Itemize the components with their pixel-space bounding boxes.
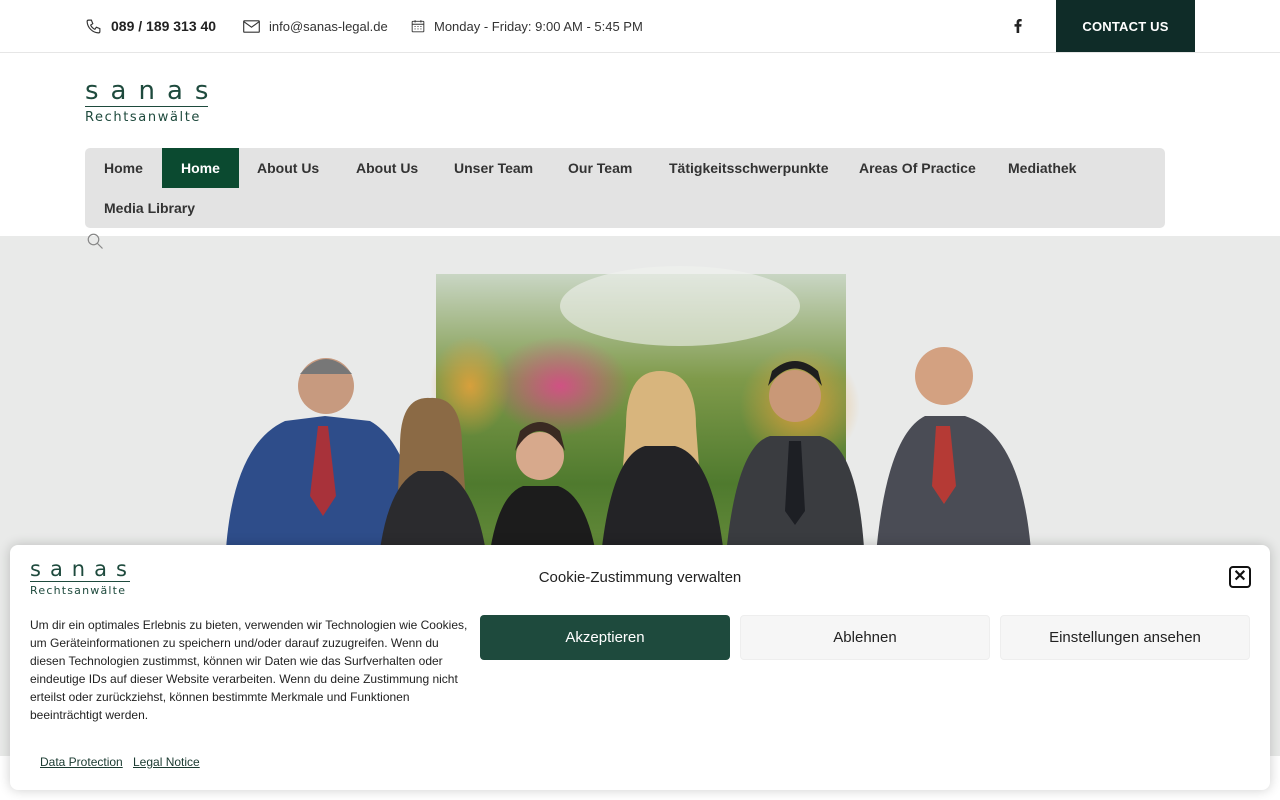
nav-item-our-team[interactable]: Our Team	[549, 148, 651, 188]
close-icon[interactable]: ✕	[1229, 566, 1251, 588]
logo-subtitle: Rechtsanwälte	[85, 110, 202, 125]
nav-item-home-active[interactable]: Home	[162, 148, 239, 188]
cookie-title: Cookie-Zustimmung verwalten	[538, 569, 742, 586]
main-navigation: Home Home About Us About Us Unser Team O…	[85, 148, 1165, 228]
nav-item-home[interactable]: Home	[85, 148, 162, 188]
facebook-icon[interactable]	[1011, 17, 1025, 35]
preferences-button[interactable]: Einstellungen ansehen	[1000, 615, 1250, 660]
logo-wordmark: sanas	[85, 76, 221, 106]
nav-item-about-us-2[interactable]: About Us	[337, 148, 437, 188]
phone-contact[interactable]: 089 / 189 313 40	[85, 0, 216, 52]
nav-item-areas-of-practice[interactable]: Areas Of Practice	[840, 148, 995, 188]
email-address[interactable]: info@sanas-legal.de	[269, 19, 388, 34]
logo-divider	[85, 106, 208, 107]
deny-button[interactable]: Ablehnen	[740, 615, 990, 660]
mail-icon	[243, 19, 260, 33]
phone-icon	[86, 19, 101, 33]
cookie-consent-banner: sanas Rechtsanwälte Cookie-Zustimmung ve…	[10, 545, 1270, 790]
site-header: sanas Rechtsanwälte Home Home About Us A…	[0, 53, 1280, 236]
nav-item-unser-team[interactable]: Unser Team	[435, 148, 552, 188]
contact-us-button[interactable]: CONTACT US	[1056, 0, 1195, 52]
top-bar: 089 / 189 313 40 info@sanas-legal.de Mon…	[0, 0, 1280, 53]
cookie-text: Um dir ein optimales Erlebnis zu bieten,…	[30, 618, 468, 722]
hours-text: Monday - Friday: 9:00 AM - 5:45 PM	[434, 18, 643, 34]
nav-item-media-library[interactable]: Media Library	[85, 188, 214, 228]
site-logo[interactable]: sanas Rechtsanwälte	[85, 76, 221, 125]
search-icon[interactable]	[86, 232, 104, 250]
phone-number[interactable]: 089 / 189 313 40	[111, 18, 216, 34]
nav-item-about-us[interactable]: About Us	[238, 148, 338, 188]
opening-hours: Monday - Friday: 9:00 AM - 5:45 PM	[411, 0, 643, 52]
calendar-icon	[411, 20, 425, 33]
email-contact[interactable]: info@sanas-legal.de	[243, 0, 388, 52]
nav-item-mediathek[interactable]: Mediathek	[989, 148, 1095, 188]
legal-notice-link[interactable]: Legal Notice	[133, 755, 200, 769]
accept-button[interactable]: Akzeptieren	[480, 615, 730, 660]
nav-item-taetigkeitsschwerpunkte[interactable]: Tätigkeitsschwerpunkte	[650, 148, 848, 188]
data-protection-link[interactable]: Data Protection	[40, 755, 123, 769]
